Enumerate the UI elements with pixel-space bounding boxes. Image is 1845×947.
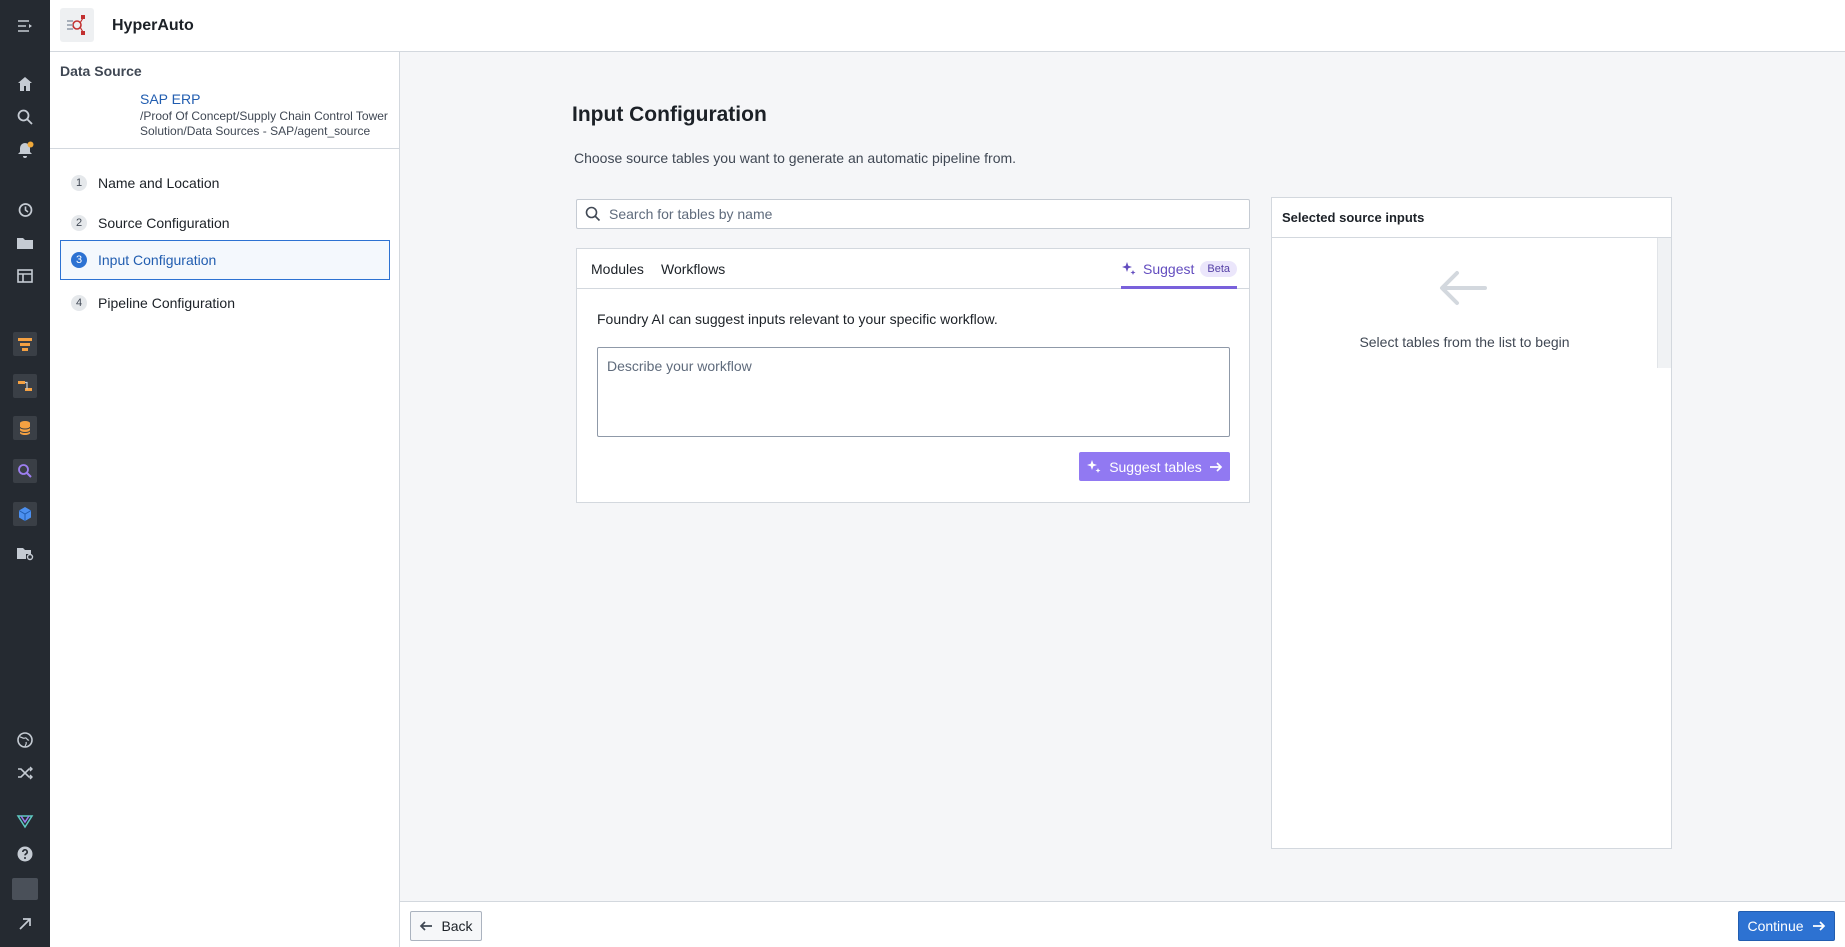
step-number: 2 <box>71 215 87 231</box>
help-icon[interactable] <box>13 842 37 866</box>
workflow-description-input[interactable] <box>597 347 1230 437</box>
wizard-footer: Back Continue <box>400 901 1845 947</box>
tab-modules[interactable]: Modules <box>591 261 644 277</box>
app-ontology-icon[interactable] <box>13 502 37 526</box>
step-input-configuration[interactable]: 3 Input Configuration <box>60 240 390 280</box>
step-pipeline-configuration[interactable]: 4 Pipeline Configuration <box>60 283 390 323</box>
app-contour-icon[interactable] <box>13 332 37 356</box>
page-subtitle: Choose source tables you want to generat… <box>574 150 1017 166</box>
selected-inputs-scrollbar[interactable] <box>1657 238 1671 368</box>
step-source-configuration[interactable]: 2 Source Configuration <box>60 203 390 243</box>
avatar[interactable] <box>12 878 38 900</box>
app-pipeline-icon[interactable] <box>13 374 37 398</box>
sidebar-divider <box>50 148 399 149</box>
step-number: 4 <box>71 295 87 311</box>
selected-inputs-title: Selected source inputs <box>1272 198 1671 238</box>
history-icon[interactable] <box>13 198 37 222</box>
shuffle-icon[interactable] <box>13 761 37 785</box>
data-source-path: /Proof Of Concept/Supply Chain Control T… <box>140 109 388 138</box>
step-number: 1 <box>71 175 87 191</box>
tab-suggest[interactable]: Suggest Beta <box>1121 257 1238 289</box>
step-label: Source Configuration <box>98 215 230 231</box>
step-label: Name and Location <box>98 175 220 191</box>
step-number: 3 <box>71 252 87 268</box>
arrow-right-icon <box>1209 461 1223 472</box>
beta-badge: Beta <box>1200 261 1238 277</box>
suggest-tables-button[interactable]: Suggest tables <box>1079 452 1230 481</box>
page-title: Input Configuration <box>572 103 767 126</box>
hyperauto-logo-icon <box>60 8 94 42</box>
notifications-icon[interactable] <box>13 138 37 162</box>
data-source-label: Data Source <box>60 63 142 79</box>
table-search <box>576 199 1250 229</box>
step-label: Input Configuration <box>98 252 217 268</box>
expand-icon[interactable] <box>13 912 37 936</box>
menu-icon[interactable] <box>13 14 37 38</box>
search-icon[interactable] <box>13 105 37 129</box>
back-label: Back <box>441 918 473 934</box>
arrow-left-icon <box>420 921 433 931</box>
sparkle-icon <box>1122 262 1136 275</box>
app-dataset-icon[interactable] <box>13 416 37 440</box>
search-input[interactable] <box>609 206 1229 222</box>
app-title: HyperAuto <box>112 17 194 34</box>
app-quiver-icon[interactable] <box>13 459 37 483</box>
table-icon[interactable] <box>13 264 37 288</box>
folder-icon[interactable] <box>13 231 37 255</box>
tab-suggest-label: Suggest <box>1143 261 1195 277</box>
folder-settings-icon[interactable] <box>13 541 37 565</box>
left-rail <box>0 0 50 947</box>
source-selection-panel: Modules Workflows Suggest Beta Foundry A… <box>576 248 1250 503</box>
continue-button[interactable]: Continue <box>1738 911 1835 941</box>
source-tabs: Modules Workflows Suggest Beta <box>577 249 1249 289</box>
app-workshop-icon[interactable] <box>13 809 37 833</box>
arrow-right-icon <box>1812 921 1825 931</box>
step-label: Pipeline Configuration <box>98 295 235 311</box>
continue-label: Continue <box>1747 918 1804 934</box>
arrow-left-icon <box>1440 271 1487 305</box>
home-icon[interactable] <box>13 72 37 96</box>
globe-icon[interactable] <box>13 728 37 752</box>
selected-inputs-panel: Selected source inputs Select tables fro… <box>1271 197 1672 849</box>
step-name-and-location[interactable]: 1 Name and Location <box>60 163 390 203</box>
suggest-tables-label: Suggest tables <box>1109 458 1202 475</box>
empty-state-text: Select tables from the list to begin <box>1359 334 1570 350</box>
back-button[interactable]: Back <box>410 911 482 941</box>
data-source-name-link[interactable]: SAP ERP <box>140 91 200 107</box>
tab-workflows[interactable]: Workflows <box>661 261 725 277</box>
wizard-sidebar: Data Source SAP ERP /Proof Of Concept/Su… <box>50 52 400 947</box>
app-header: HyperAuto <box>50 0 1845 52</box>
suggest-description: Foundry AI can suggest inputs relevant t… <box>597 311 998 327</box>
search-icon <box>585 206 601 222</box>
sparkle-icon <box>1087 459 1101 473</box>
